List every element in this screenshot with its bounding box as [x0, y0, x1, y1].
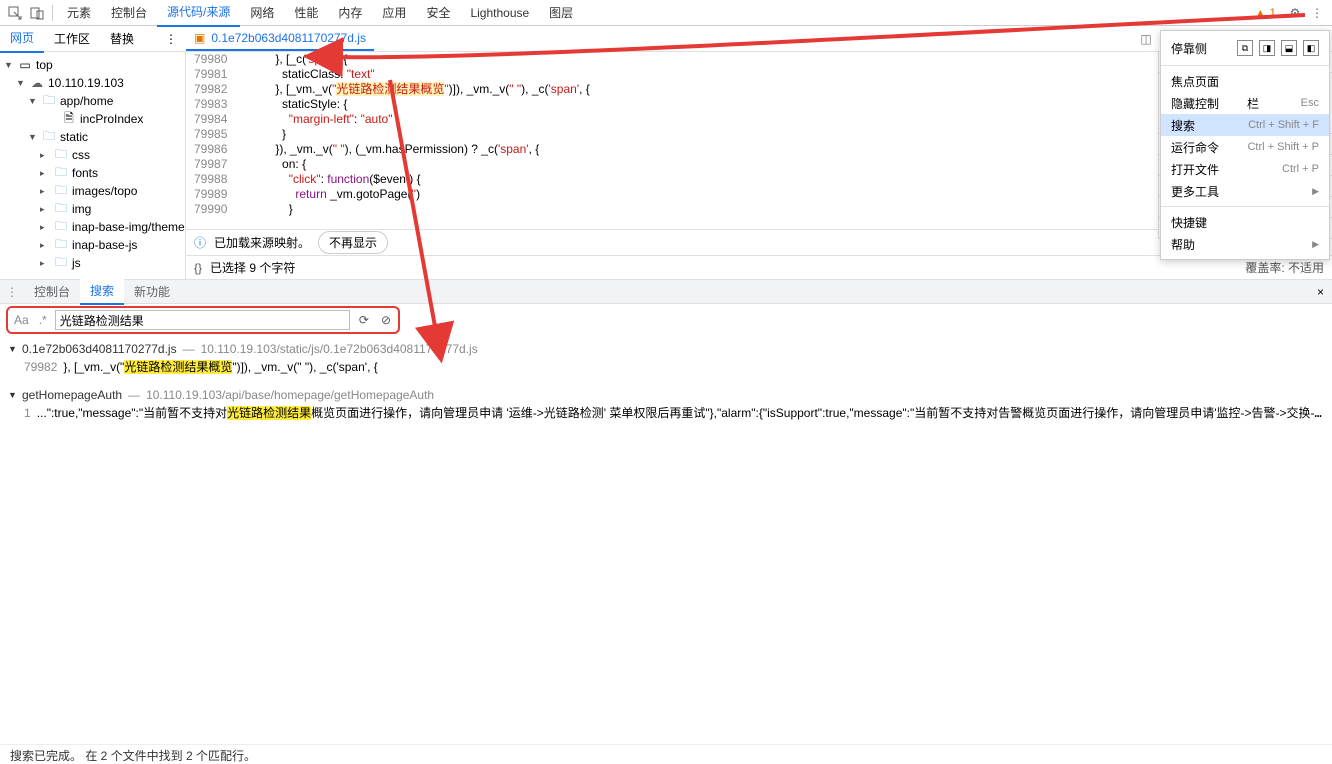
ctx-focus-page[interactable]: 焦点页面: [1161, 70, 1329, 92]
search-box: Aa .* ⟳ ⊘: [6, 306, 400, 334]
coverage-info: 覆盖率: 不适用: [1245, 259, 1324, 276]
warnings-count: 1: [1269, 6, 1276, 20]
tree-static[interactable]: ▼🗀static: [0, 128, 185, 146]
info-icon: ⓘ: [194, 234, 206, 251]
ctx-hide-console[interactable]: 隐藏控制栏Esc: [1161, 92, 1329, 114]
dock-right-icon[interactable]: ◧: [1303, 40, 1319, 56]
tab-elements[interactable]: 元素: [57, 0, 101, 26]
ctx-dock-side: 停靠侧 ⧉ ◨ ⬓ ◧: [1161, 35, 1329, 61]
result-line-2[interactable]: 1...":true,"message":"当前暂不支持对光链路检测结果概览页面…: [8, 404, 1324, 420]
refresh-icon[interactable]: ⟳: [356, 313, 372, 327]
settings-context-menu: 停靠侧 ⧉ ◨ ⬓ ◧ 焦点页面 隐藏控制栏Esc 搜索Ctrl + Shift…: [1160, 30, 1330, 260]
navigator-tabs: 网页 工作区 替换 ⋮: [0, 25, 186, 53]
ctx-help[interactable]: 帮助▶: [1161, 233, 1329, 255]
regex-toggle[interactable]: .*: [37, 313, 49, 327]
ctx-shortcuts[interactable]: 快捷键: [1161, 211, 1329, 233]
drawer-close-icon[interactable]: ×: [1309, 285, 1332, 299]
dock-left-icon[interactable]: ◨: [1259, 40, 1275, 56]
dock-bottom-icon[interactable]: ⬓: [1281, 40, 1297, 56]
search-results: ▼0.1e72b063d4081170277d.js—10.110.19.103…: [0, 336, 1332, 424]
ctx-search[interactable]: 搜索Ctrl + Shift + F: [1161, 114, 1329, 136]
braces-icon[interactable]: {}: [194, 261, 202, 275]
search-input[interactable]: [60, 313, 345, 327]
ctx-run-command[interactable]: 运行命令Ctrl + Shift + P: [1161, 136, 1329, 158]
drawer-tab-newfeatures[interactable]: 新功能: [124, 280, 180, 304]
ctx-more-tools[interactable]: 更多工具▶: [1161, 180, 1329, 202]
inspect-icon[interactable]: [4, 2, 26, 24]
open-file-tab[interactable]: ▣ 0.1e72b063d4081170277d.js: [186, 26, 374, 51]
drawer-tab-search[interactable]: 搜索: [80, 279, 124, 305]
tab-memory[interactable]: 内存: [328, 0, 372, 26]
device-toggle-icon[interactable]: [26, 2, 48, 24]
tree-inapbasejs[interactable]: ▸🗀inap-base-js: [0, 236, 185, 254]
global-search-bar: Aa .* ⟳ ⊘: [0, 304, 1332, 336]
drawer-handle-icon[interactable]: ⋮: [0, 285, 24, 299]
tree-inapbaseimg[interactable]: ▸🗀inap-base-img/theme: [0, 218, 185, 236]
file-tree[interactable]: ▼▭top ▼☁10.110.19.103 ▼🗀app/home 🗎incPro…: [0, 52, 186, 279]
drawer-tab-console[interactable]: 控制台: [24, 280, 80, 304]
tab-layers[interactable]: 图层: [539, 0, 583, 26]
tree-incproindex[interactable]: 🗎incProIndex: [0, 110, 185, 128]
devtools-main-tabs: 元素 控制台 源代码/来源 网络 性能 内存 应用 安全 Lighthouse …: [0, 0, 1332, 26]
tree-fonts[interactable]: ▸🗀fonts: [0, 164, 185, 182]
tree-css[interactable]: ▸🗀css: [0, 146, 185, 164]
toggle-panel-icon[interactable]: ◫: [1135, 28, 1157, 50]
search-footer: 搜索已完成。 在 2 个文件中找到 2 个匹配行。: [0, 744, 1332, 764]
tab-workspace[interactable]: 工作区: [44, 26, 100, 52]
code-lines: }, [_c('span', { staticClass: "text" }, …: [235, 52, 589, 229]
dock-undock-icon[interactable]: ⧉: [1237, 40, 1253, 56]
js-file-icon: ▣: [194, 31, 205, 45]
ctx-open-file[interactable]: 打开文件Ctrl + P: [1161, 158, 1329, 180]
dismiss-button[interactable]: 不再显示: [318, 231, 388, 254]
line-numbers: 7998079981799827998379984799857998679987…: [194, 52, 235, 229]
navigator-more-icon[interactable]: ⋮: [160, 28, 182, 50]
tree-imagestopo[interactable]: ▸🗀images/topo: [0, 182, 185, 200]
tree-img[interactable]: ▸🗀img: [0, 200, 185, 218]
open-file-name: 0.1e72b063d4081170277d.js: [211, 31, 366, 45]
tab-performance[interactable]: 性能: [284, 0, 328, 26]
warnings-badge[interactable]: ▲1: [1254, 6, 1276, 20]
sourcemap-msg: 已加载来源映射。: [214, 234, 310, 251]
result-file-1[interactable]: ▼0.1e72b063d4081170277d.js—10.110.19.103…: [8, 340, 1324, 358]
tab-page[interactable]: 网页: [0, 25, 44, 53]
divider: [52, 5, 53, 21]
tree-host[interactable]: ▼☁10.110.19.103: [0, 74, 185, 92]
tree-apphome[interactable]: ▼🗀app/home: [0, 92, 185, 110]
more-icon[interactable]: ⋮: [1306, 2, 1328, 24]
sources-sub-header: 网页 工作区 替换 ⋮ ▣ 0.1e72b063d4081170277d.js …: [0, 26, 1332, 52]
tab-network[interactable]: 网络: [240, 0, 284, 26]
tab-sources[interactable]: 源代码/来源: [157, 0, 240, 27]
sources-work-area: ▼▭top ▼☁10.110.19.103 ▼🗀app/home 🗎incPro…: [0, 52, 1332, 280]
tree-js[interactable]: ▸🗀js: [0, 254, 185, 272]
clear-icon[interactable]: ⊘: [378, 313, 394, 327]
tab-security[interactable]: 安全: [416, 0, 460, 26]
gear-icon[interactable]: ⚙: [1284, 2, 1306, 24]
tab-application[interactable]: 应用: [372, 0, 416, 26]
result-file-2[interactable]: ▼getHomepageAuth—10.110.19.103/api/base/…: [8, 386, 1324, 404]
result-line-1[interactable]: 79982}, [_vm._v("光链路检测结果概览")]), _vm._v("…: [8, 358, 1324, 374]
drawer-tabs: ⋮ 控制台 搜索 新功能 ×: [0, 280, 1332, 304]
selection-info: 已选择 9 个字符: [210, 259, 295, 276]
tree-top[interactable]: ▼▭top: [0, 56, 185, 74]
tab-lighthouse[interactable]: Lighthouse: [460, 0, 539, 26]
tab-console[interactable]: 控制台: [101, 0, 157, 26]
case-sensitive-toggle[interactable]: Aa: [12, 313, 31, 327]
tab-override[interactable]: 替换: [100, 26, 144, 52]
